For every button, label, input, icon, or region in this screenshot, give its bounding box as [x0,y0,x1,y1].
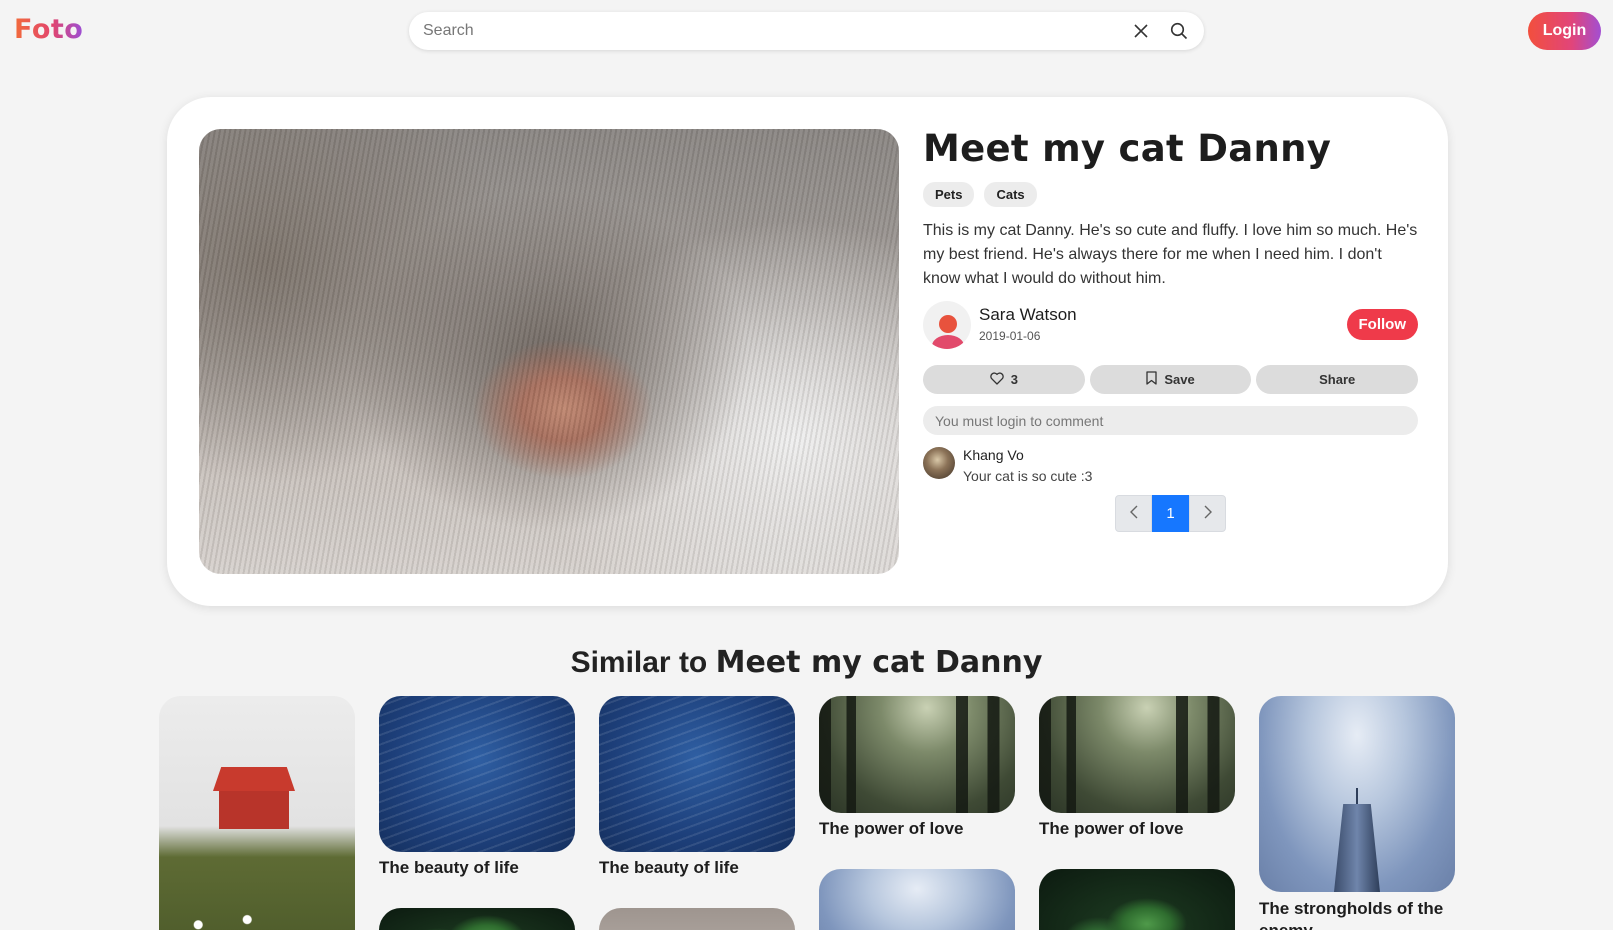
similar-item-label[interactable]: The beauty of life [599,858,799,878]
comment-text: Your cat is so cute :3 [963,468,1093,484]
close-icon[interactable] [1130,20,1152,42]
avatar[interactable] [923,301,971,349]
post-detail: Meet my cat Danny Pets Cats This is my c… [923,127,1419,532]
save-label: Save [1164,372,1195,387]
post-description: This is my cat Danny. He's so cute and f… [923,222,1418,287]
bookmark-icon [1146,371,1157,388]
heart-icon [990,371,1004,388]
post-date: 2019-01-06 [979,329,1041,343]
similar-heading-prefix: Similar to [570,646,708,679]
comment-item: Khang Vo Your cat is so cute :3 [923,445,1418,489]
action-bar: 3 Save Share [923,365,1419,394]
post-card: Meet my cat Danny Pets Cats This is my c… [167,97,1448,606]
commenter-avatar[interactable] [923,447,955,479]
similar-image-sea[interactable] [379,696,575,852]
share-label: Share [1319,372,1356,387]
page-button[interactable]: 1 [1152,495,1189,532]
chevron-left-icon [1129,505,1139,523]
tag-list: Pets Cats [923,182,1418,207]
search-input[interactable] [423,22,1114,40]
similar-image-plant[interactable] [1039,869,1235,930]
similar-image-tower[interactable] [1259,696,1455,892]
similar-image-forest[interactable] [819,696,1015,813]
similar-item-label[interactable]: The power of love [819,819,1019,839]
pagination: 1 [923,495,1418,532]
tag-cats[interactable]: Cats [984,182,1037,207]
similar-image-forest[interactable] [1039,696,1235,813]
search-icon[interactable] [1168,20,1190,42]
author-row: Sara Watson 2019-01-06 Follow [923,301,1418,351]
post-title: Meet my cat Danny [923,127,1332,170]
similar-item-label[interactable]: The strongholds of the enemy [1259,898,1459,930]
save-button[interactable]: Save [1089,365,1252,394]
follow-button[interactable]: Follow [1346,309,1418,340]
similar-heading: Similar to Meet my cat Danny [0,645,1613,680]
similar-image-sky[interactable] [819,869,1015,930]
prev-page-button[interactable] [1115,495,1152,532]
similar-image-cat[interactable] [599,908,795,930]
author-name[interactable]: Sara Watson [979,305,1077,325]
share-button[interactable]: Share [1256,365,1419,394]
post-image [199,129,899,574]
comment-input[interactable] [923,406,1418,435]
login-button[interactable]: Login [1528,12,1601,50]
chevron-right-icon [1203,505,1213,523]
commenter-name[interactable]: Khang Vo [963,447,1024,463]
search-bar [409,12,1204,50]
similar-item-label[interactable]: The beauty of life [379,858,579,878]
next-page-button[interactable] [1189,495,1226,532]
like-button[interactable]: 3 [923,365,1085,394]
similar-heading-title: Meet my cat Danny [715,645,1043,680]
similar-image-plant[interactable] [379,908,575,930]
logo[interactable]: Foto [14,14,83,45]
like-count: 3 [1010,372,1018,387]
tag-pets[interactable]: Pets [923,182,975,207]
similar-image-house[interactable] [159,696,355,930]
similar-image-sea[interactable] [599,696,795,852]
similar-item-label[interactable]: The power of love [1039,819,1239,839]
